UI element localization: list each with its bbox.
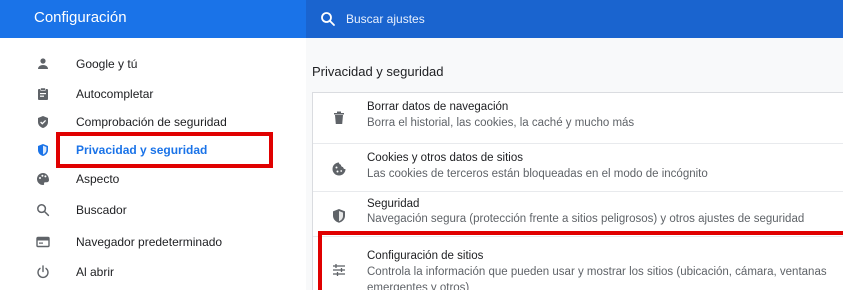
row-title: Borrar datos de navegación — [367, 101, 509, 113]
highlight-box-privacidad — [56, 132, 273, 168]
sidebar-item-navegador-predeterminado[interactable]: Navegador predeterminado — [0, 228, 306, 256]
highlight-box-configuracion-sitios — [318, 231, 843, 290]
row-title: Seguridad — [367, 198, 420, 210]
shield-check-icon — [36, 115, 50, 129]
shield-icon — [331, 208, 347, 224]
cookie-icon — [331, 161, 347, 177]
section-title: Privacidad y seguridad — [312, 64, 444, 79]
row-seguridad[interactable]: Seguridad Navegación segura (protección … — [313, 192, 843, 236]
palette-icon — [36, 172, 50, 186]
sidebar-item-buscador[interactable]: Buscador — [0, 196, 306, 224]
row-borrar-datos[interactable]: Borrar datos de navegación Borra el hist… — [313, 93, 843, 143]
trash-icon — [331, 110, 347, 126]
power-icon — [36, 265, 50, 279]
shield-icon — [36, 143, 50, 157]
sidebar-item-label: Buscador — [76, 203, 127, 217]
row-subtitle: Borra el historial, las cookies, la cach… — [367, 117, 635, 129]
person-icon — [36, 57, 50, 71]
sidebar-item-label: Comprobación de seguridad — [76, 115, 227, 129]
clipboard-icon — [36, 87, 50, 101]
row-subtitle: Las cookies de terceros están bloqueadas… — [367, 168, 708, 180]
sidebar-item-label: Google y tú — [76, 57, 138, 71]
sidebar-item-google-y-tu[interactable]: Google y tú — [0, 50, 306, 78]
sidebar-item-al-abrir[interactable]: Al abrir — [0, 258, 306, 286]
search-icon — [36, 203, 50, 217]
sidebar-item-autocompletar[interactable]: Autocompletar — [0, 80, 306, 108]
sidebar-item-label: Navegador predeterminado — [76, 235, 223, 249]
sidebar-item-aspecto[interactable]: Aspecto — [0, 165, 306, 193]
browser-icon — [36, 235, 50, 249]
search-input[interactable] — [346, 9, 806, 29]
top-bar: Configuración — [0, 0, 843, 38]
sidebar-item-label: Autocompletar — [76, 87, 154, 101]
sidebar-item-label: Aspecto — [76, 172, 120, 186]
app-title: Configuración — [34, 9, 127, 26]
search-box[interactable] — [306, 0, 843, 38]
row-cookies[interactable]: Cookies y otros datos de sitios Las cook… — [313, 144, 843, 191]
row-title: Cookies y otros datos de sitios — [367, 152, 523, 164]
sidebar-item-label: Al abrir — [76, 265, 115, 279]
search-icon[interactable] — [320, 11, 336, 27]
row-subtitle: Navegación segura (protección frente a s… — [367, 213, 805, 225]
